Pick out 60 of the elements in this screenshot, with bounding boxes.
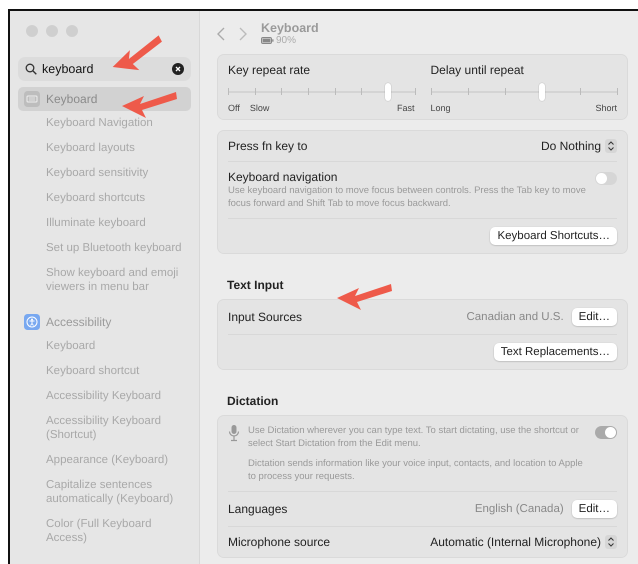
back-icon[interactable] xyxy=(217,26,225,40)
search-result[interactable]: Illuminate keyboard xyxy=(18,211,191,236)
slider-mark: Long xyxy=(430,103,451,113)
slider-label: Delay until repeat xyxy=(430,63,525,77)
search-result[interactable]: Keyboard shortcut xyxy=(18,359,191,384)
search-result[interactable]: Appearance (Keyboard) xyxy=(18,448,191,473)
search-field[interactable]: keyboard xyxy=(18,57,191,81)
sidebar-item[interactable]: Keyboard xyxy=(18,87,191,111)
battery-icon xyxy=(261,37,274,44)
search-result[interactable]: Keyboard sensitivity xyxy=(18,161,191,186)
search-result[interactable]: Keyboard shortcuts xyxy=(18,186,191,211)
slider-label: Key repeat rate xyxy=(228,63,312,77)
setting-label: Languages xyxy=(228,502,288,516)
keyboard-shortcuts-button[interactable]: Keyboard Shortcuts… xyxy=(490,227,617,245)
search-result[interactable]: Show keyboard and emoji viewers in menu bar xyxy=(18,261,191,300)
setting-value: Canadian and U.S. xyxy=(466,311,564,323)
search-result[interactable]: Accessibility Keyboard (Shortcut) xyxy=(18,409,191,448)
toggle-switch[interactable] xyxy=(595,426,617,439)
setting-label: Input Sources xyxy=(228,310,304,324)
stepper-icon xyxy=(605,139,617,153)
edit-button[interactable]: Edit… xyxy=(572,500,617,518)
setting-label: Microphone source xyxy=(228,535,332,549)
microphone-icon xyxy=(228,424,240,442)
setting-label: Press fn key to xyxy=(228,139,308,153)
stepper-icon xyxy=(605,535,617,549)
setting-description: Use Dictation wherever you can type text. To start dictating, use the shortcut or select Start Dictation from the Edit menu. xyxy=(248,424,580,450)
clear-icon[interactable] xyxy=(172,63,184,75)
slider-thumb[interactable] xyxy=(384,83,391,101)
search-result[interactable]: Capitalize sentences automatically (Keyboard) xyxy=(18,473,191,512)
page-title: Keyboard xyxy=(261,21,319,35)
slider-mark: Short xyxy=(595,103,617,113)
setting-label: Keyboard navigation xyxy=(228,170,338,184)
search-result[interactable]: Set up Bluetooth keyboard xyxy=(18,236,191,261)
setting-value: English (Canada) xyxy=(474,503,564,515)
accessibility-icon xyxy=(24,314,40,330)
battery-level: 90% xyxy=(276,35,296,46)
slider-mark: Fast xyxy=(396,103,414,113)
keyboard-icon xyxy=(24,91,40,107)
search-result[interactable]: Accessibility Keyboard xyxy=(18,384,191,409)
slider[interactable] xyxy=(430,83,617,101)
search-result[interactable]: Color (Full Keyboard Access) xyxy=(18,512,191,551)
popup-menu[interactable]: Do Nothing xyxy=(540,139,617,153)
popup-menu[interactable]: Automatic (Internal Microphone) xyxy=(430,535,617,549)
search-result[interactable]: Keyboard Navigation xyxy=(18,111,191,136)
sidebar-item[interactable]: Accessibility xyxy=(18,310,191,334)
search-result[interactable]: Keyboard layouts xyxy=(18,136,191,161)
privacy-note: Dictation sends information like your voice input, contacts, and location to Apple to process your requests. xyxy=(248,457,584,483)
forward-icon[interactable] xyxy=(239,26,247,40)
slider[interactable] xyxy=(228,83,414,101)
section-heading: Dictation xyxy=(227,394,280,408)
slider-thumb[interactable] xyxy=(539,83,546,101)
slider-mark: Off xyxy=(228,103,240,113)
toggle-switch[interactable] xyxy=(595,172,617,185)
text-replacements-button[interactable]: Text Replacements… xyxy=(494,343,617,361)
slider-mark: Slow xyxy=(250,103,270,113)
section-heading: Text Input xyxy=(227,278,284,292)
search-result[interactable]: Keyboard xyxy=(18,334,191,359)
search-icon xyxy=(25,63,37,75)
setting-description: Use keyboard navigation to move focus between controls. Press the Tab key to move focus forward and Shift Tab to move focus backward. xyxy=(228,184,587,210)
edit-button[interactable]: Edit… xyxy=(572,308,617,326)
